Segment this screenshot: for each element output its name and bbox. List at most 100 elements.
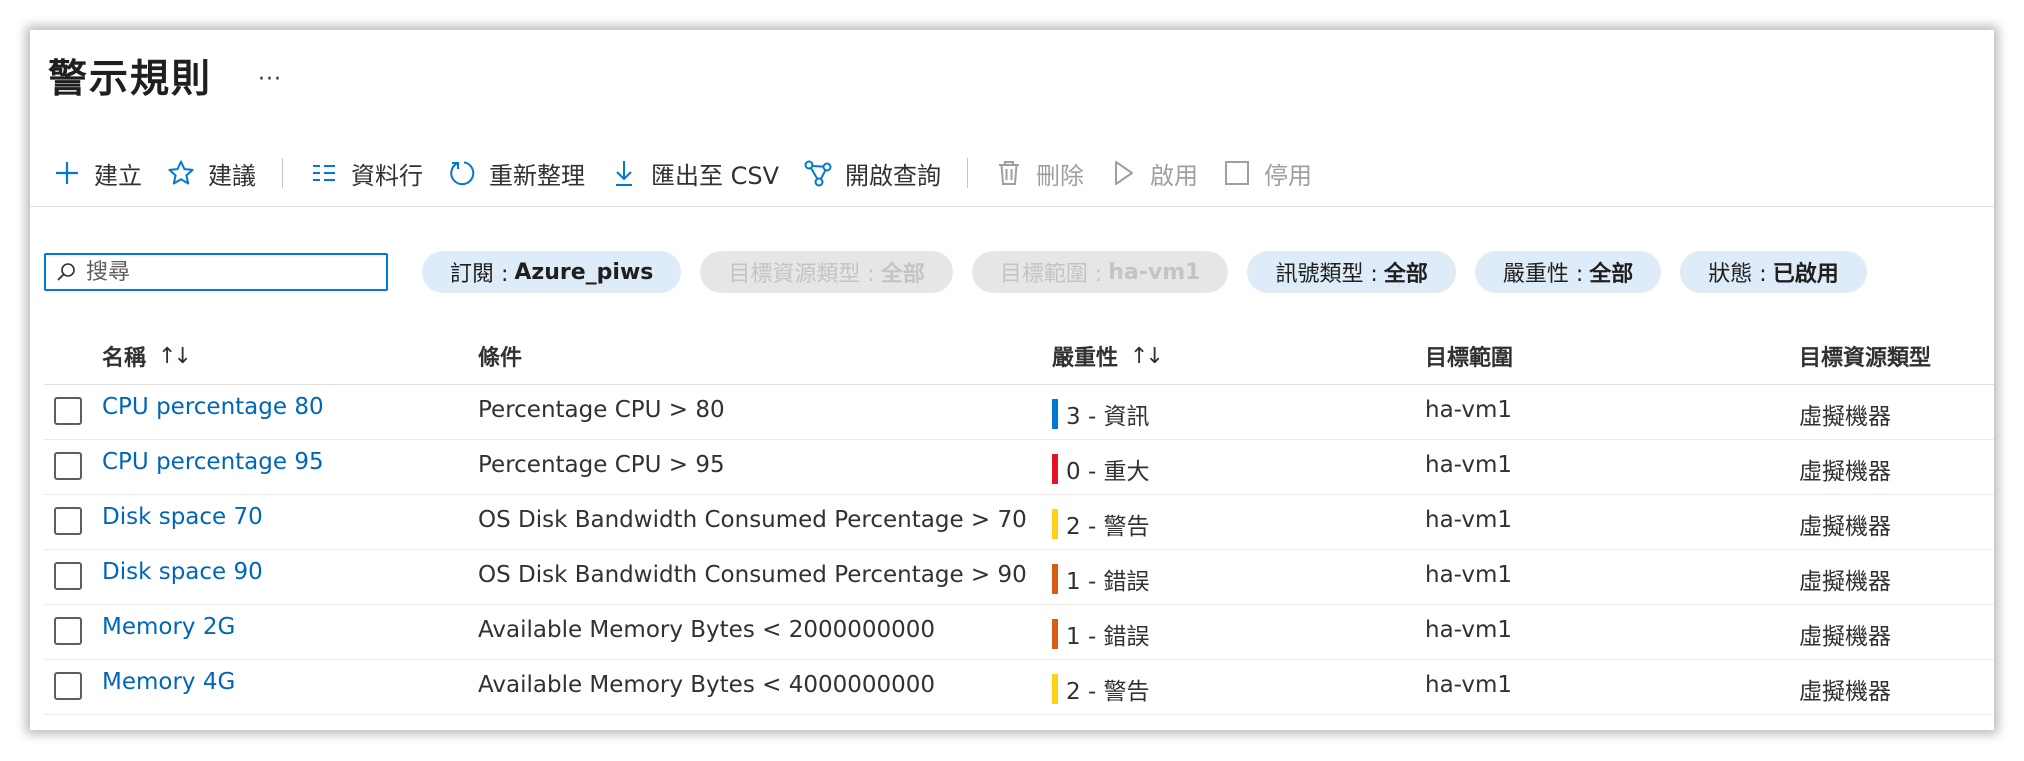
create-button[interactable]: 建立 xyxy=(40,150,154,196)
filter-signal-type[interactable]: 訊號類型 : 全部 xyxy=(1247,251,1456,293)
enable-button[interactable]: 啟用 xyxy=(1096,150,1210,196)
table-row[interactable]: CPU percentage 80 Percentage CPU > 80 3 … xyxy=(44,385,1994,440)
filter-subscription[interactable]: 訂閱 : Azure_piws xyxy=(422,251,682,293)
severity-label: 2 - 警告 xyxy=(1066,514,1150,540)
refresh-icon xyxy=(450,161,475,186)
resource-type-cell: 虛擬機器 xyxy=(1799,514,1891,540)
table-row[interactable]: Disk space 90 OS Disk Bandwidth Consumed… xyxy=(44,550,1994,605)
filter-status-value: 已啟用 xyxy=(1772,262,1839,287)
columns-button[interactable]: 資料行 xyxy=(297,150,435,196)
search-icon xyxy=(57,263,75,281)
trash-icon xyxy=(999,161,1020,185)
column-header-scope-label: 目標範圍 xyxy=(1425,346,1514,371)
row-checkbox[interactable] xyxy=(54,397,82,425)
rule-name-link[interactable]: Memory 2G xyxy=(102,614,235,640)
severity-label: 1 - 錯誤 xyxy=(1066,569,1150,595)
severity-cell: 2 - 警告 xyxy=(1052,672,1150,706)
enable-label: 啟用 xyxy=(1150,161,1199,190)
filter-resource-type: 目標資源類型 : 全部 xyxy=(700,251,953,293)
share-nodes-icon xyxy=(804,160,832,187)
severity-cell: 0 - 重大 xyxy=(1052,452,1150,486)
command-bar: 建立 建議 資料行 重新整理 匯出至 CSV 開啟查詢 刪除 啟用 停用 xyxy=(40,150,1994,196)
row-checkbox[interactable] xyxy=(54,452,82,480)
severity-label: 3 - 資訊 xyxy=(1066,404,1150,430)
filter-status[interactable]: 狀態 : 已啟用 xyxy=(1680,251,1867,293)
export-csv-button[interactable]: 匯出至 CSV xyxy=(597,150,791,196)
disable-label: 停用 xyxy=(1264,161,1313,190)
sort-icon[interactable]: ↑↓ xyxy=(158,344,192,369)
row-checkbox[interactable] xyxy=(54,617,82,645)
column-header-condition: 條件 xyxy=(478,340,522,372)
more-options-button[interactable]: ··· xyxy=(258,67,282,92)
table-row[interactable]: CPU percentage 95 Percentage CPU > 95 0 … xyxy=(44,440,1994,495)
title-row: 警示規則 ··· xyxy=(48,46,282,106)
columns-label: 資料行 xyxy=(351,161,423,190)
column-header-name-label: 名稱 xyxy=(102,346,147,371)
filter-scope-key: 目標範圍 : xyxy=(999,262,1103,287)
export-csv-label: 匯出至 CSV xyxy=(651,161,780,190)
filter-resource-type-key: 目標資源類型 : xyxy=(728,262,875,287)
rule-name-link[interactable]: CPU percentage 80 xyxy=(102,394,324,420)
resource-type-cell: 虛擬機器 xyxy=(1799,459,1891,485)
resource-type-cell: 虛擬機器 xyxy=(1799,624,1891,650)
row-checkbox[interactable] xyxy=(54,672,82,700)
scope-cell: ha-vm1 xyxy=(1425,397,1513,423)
column-header-resource-type-label: 目標資源類型 xyxy=(1799,346,1932,371)
table-row[interactable]: Memory 4G Available Memory Bytes < 40000… xyxy=(44,660,1994,715)
disable-button[interactable]: 停用 xyxy=(1210,150,1324,196)
delete-button[interactable]: 刪除 xyxy=(982,150,1096,196)
severity-cell: 1 - 錯誤 xyxy=(1052,562,1150,596)
column-header-name[interactable]: 名稱 ↑↓ xyxy=(102,340,192,372)
severity-indicator xyxy=(1052,674,1058,704)
filter-signal-type-value: 全部 xyxy=(1383,262,1428,287)
condition-cell: Percentage CPU > 95 xyxy=(478,452,725,478)
table-header: 名稱 ↑↓ 條件 嚴重性 ↑↓ 目標範圍 目標資源類型 xyxy=(44,330,1994,385)
filter-severity-value: 全部 xyxy=(1589,262,1634,287)
column-header-condition-label: 條件 xyxy=(478,346,523,371)
filter-severity[interactable]: 嚴重性 : 全部 xyxy=(1474,251,1662,293)
recommend-button[interactable]: 建議 xyxy=(154,150,268,196)
row-checkbox[interactable] xyxy=(54,507,82,535)
refresh-button[interactable]: 重新整理 xyxy=(435,150,597,196)
scope-cell: ha-vm1 xyxy=(1425,562,1513,588)
row-checkbox[interactable] xyxy=(54,562,82,590)
filter-severity-key: 嚴重性 : xyxy=(1502,262,1584,287)
scope-cell: ha-vm1 xyxy=(1425,617,1513,643)
table-row[interactable]: Disk space 70 OS Disk Bandwidth Consumed… xyxy=(44,495,1994,550)
condition-cell: OS Disk Bandwidth Consumed Percentage > … xyxy=(478,507,1027,533)
star-icon xyxy=(168,160,194,185)
rule-name-link[interactable]: Memory 4G xyxy=(102,669,235,695)
toolbar-divider xyxy=(30,206,1994,207)
severity-indicator xyxy=(1052,399,1058,429)
open-query-button[interactable]: 開啟查詢 xyxy=(791,150,953,196)
condition-cell: Percentage CPU > 80 xyxy=(478,397,725,423)
filter-signal-type-key: 訊號類型 : xyxy=(1275,262,1378,287)
condition-cell: OS Disk Bandwidth Consumed Percentage > … xyxy=(478,562,1027,588)
rule-name-link[interactable]: Disk space 90 xyxy=(102,559,263,585)
severity-label: 0 - 重大 xyxy=(1066,459,1150,485)
sort-icon[interactable]: ↑↓ xyxy=(1130,344,1164,369)
search-box xyxy=(44,253,388,291)
column-header-severity[interactable]: 嚴重性 ↑↓ xyxy=(1052,340,1164,372)
condition-cell: Available Memory Bytes < 4000000000 xyxy=(478,672,936,698)
alert-rules-table: 名稱 ↑↓ 條件 嚴重性 ↑↓ 目標範圍 目標資源類型 CPU percenta… xyxy=(44,330,1994,715)
filter-status-key: 狀態 : xyxy=(1708,262,1767,287)
severity-cell: 1 - 錯誤 xyxy=(1052,617,1150,651)
create-label: 建立 xyxy=(94,161,142,190)
filter-subscription-value: Azure_piws xyxy=(514,259,654,285)
resource-type-cell: 虛擬機器 xyxy=(1799,404,1891,430)
column-header-scope: 目標範圍 xyxy=(1425,340,1513,372)
search-input[interactable] xyxy=(84,258,368,286)
rule-name-link[interactable]: CPU percentage 95 xyxy=(102,449,324,475)
download-icon xyxy=(616,161,632,186)
recommend-label: 建議 xyxy=(208,161,256,190)
resource-type-cell: 虛擬機器 xyxy=(1799,679,1891,705)
table-row[interactable]: Memory 2G Available Memory Bytes < 20000… xyxy=(44,605,1994,660)
severity-indicator xyxy=(1052,619,1058,649)
severity-indicator xyxy=(1052,509,1058,539)
toolbar-separator xyxy=(282,158,283,188)
severity-label: 2 - 警告 xyxy=(1066,679,1150,705)
severity-label: 1 - 錯誤 xyxy=(1066,624,1150,650)
rule-name-link[interactable]: Disk space 70 xyxy=(102,504,263,530)
filter-scope-value: ha-vm1 xyxy=(1108,259,1201,285)
